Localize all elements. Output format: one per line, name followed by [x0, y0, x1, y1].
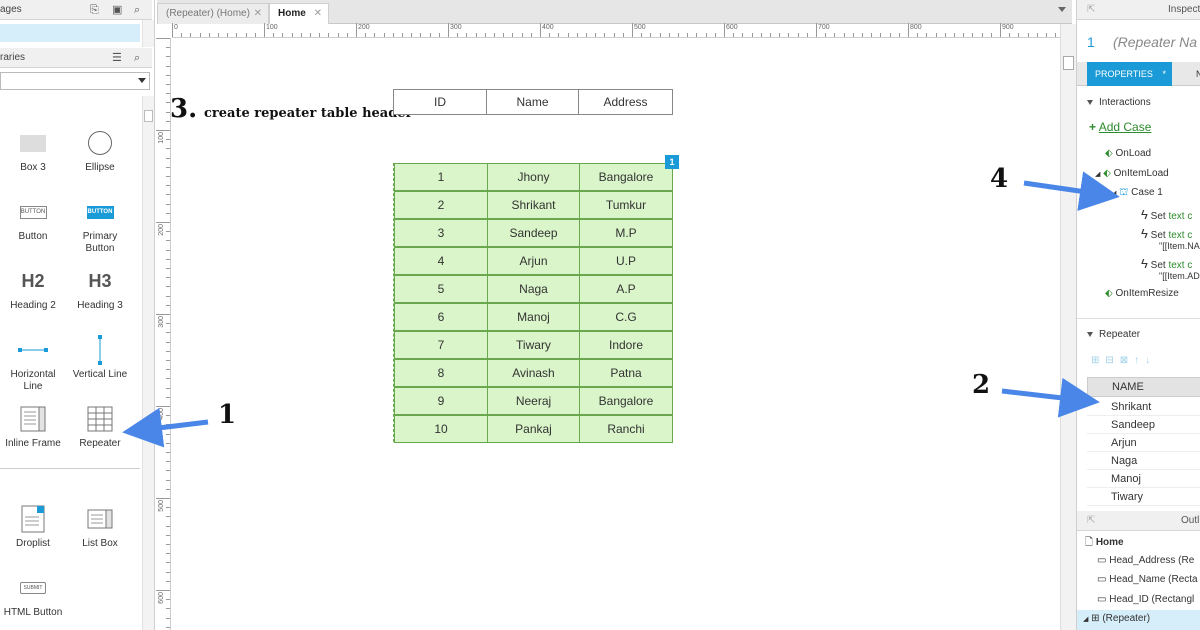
arrow-1: [122, 407, 209, 448]
arrow-4: [1023, 171, 1120, 211]
step2-number: 2: [972, 370, 991, 400]
step1-number: 1: [218, 400, 237, 430]
arrow-2: [1001, 377, 1100, 418]
step4-number: 4: [990, 164, 1009, 194]
annotation-arrows: [122, 171, 1120, 448]
